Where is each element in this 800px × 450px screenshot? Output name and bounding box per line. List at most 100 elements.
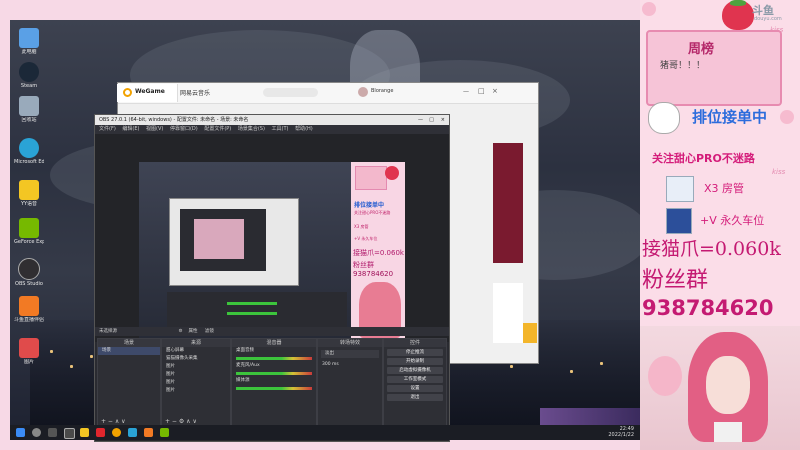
- search-icon[interactable]: [32, 428, 41, 437]
- play-button[interactable]: [523, 323, 537, 343]
- no-source-selected-label: 未选择源: [99, 329, 117, 334]
- close-icon[interactable]: ×: [441, 115, 445, 125]
- plane-icon: [666, 176, 694, 202]
- edge-taskbar-icon[interactable]: [128, 428, 137, 437]
- source-item[interactable]: 图片: [162, 387, 230, 395]
- source-dock-buttons[interactable]: + − ⚙ ∧ ∨: [165, 418, 197, 425]
- wegame-header: WeGame: [117, 84, 178, 102]
- desktop-icon-obs[interactable]: OBS Studio: [14, 258, 44, 287]
- audio-meter: [236, 372, 312, 375]
- weekly-board-title: 周榜: [688, 42, 715, 57]
- minimize-icon[interactable]: —: [463, 88, 469, 95]
- follow-text: 关注甜心PRO不迷路: [652, 152, 755, 165]
- obs-preview-area: 排位接单中 关注甜心PRO不迷路 X3 房管 +V 永久车位 接猫爪=0.060…: [95, 134, 449, 342]
- yy-taskbar-icon[interactable]: [80, 428, 89, 437]
- stream-overlay-panel: 斗鱼 douyu.com kiss 周榜 猪哥！！！ 排位接单中 关注甜心PRO…: [640, 0, 800, 450]
- desktop-icon-this-pc[interactable]: 此电脑: [14, 28, 44, 55]
- x3-label: X3 房管: [704, 182, 745, 195]
- audio-mixer-dock: 混音器 桌面音频 麦克风/Aux 媒体源: [231, 338, 317, 428]
- source-item[interactable]: 图片: [162, 363, 230, 371]
- close-icon[interactable]: ×: [492, 87, 498, 95]
- music-search-input[interactable]: [263, 88, 318, 97]
- preview-overlay-panel: 排位接单中 关注甜心PRO不迷路 X3 房管 +V 永久车位 接猫爪=0.060…: [351, 162, 405, 340]
- menu-file[interactable]: 文件(F): [95, 126, 116, 132]
- wegame-taskbar-icon[interactable]: [112, 428, 121, 437]
- menu-view[interactable]: 视图(V): [146, 126, 163, 132]
- desktop-icon-edge[interactable]: Microsoft Edge: [14, 138, 44, 165]
- menu-scene-collection[interactable]: 场景集合(S): [238, 126, 265, 132]
- douyu-url: douyu.com: [754, 16, 782, 22]
- obs-preview[interactable]: 排位接单中 关注甜心PRO不迷路 X3 房管 +V 永久车位 接猫爪=0.060…: [139, 162, 405, 340]
- wegame-icon: [123, 88, 132, 97]
- scene-item[interactable]: 场景: [98, 347, 160, 355]
- desktop-icon-recycle-bin[interactable]: 回收站: [14, 96, 44, 123]
- recycle-bin-icon: [19, 96, 39, 116]
- obs-menubar: 文件(F) 编辑(E) 视图(V) 停靠窗口(D) 配置文件(P) 场景集合(S…: [95, 125, 449, 134]
- controls-dock-title: 控件: [384, 339, 446, 347]
- playlist-panel: [493, 283, 523, 343]
- mixer-channel-label: 麦克风/Aux: [236, 363, 260, 368]
- menu-profile[interactable]: 配置文件(P): [204, 126, 231, 132]
- obs-taskbar-icon[interactable]: [64, 428, 75, 439]
- wegame-title: WeGame: [135, 88, 165, 95]
- start-recording-button[interactable]: 开始录制: [387, 358, 443, 365]
- scene-dock-buttons[interactable]: + − ∧ ∨: [101, 418, 126, 425]
- preview-fans-number: 938784620: [353, 270, 394, 278]
- source-item[interactable]: 甜心屏幕: [162, 347, 230, 355]
- obs-icon: [18, 258, 40, 280]
- desktop-icon-picture[interactable]: 图片: [14, 338, 44, 365]
- taskbar-date: 2022/1/22: [608, 432, 634, 438]
- menu-help[interactable]: 帮助(H): [295, 126, 313, 132]
- menu-docks[interactable]: 停靠窗口(D): [170, 126, 198, 132]
- kiss-decoration-2: kiss: [772, 168, 786, 176]
- menu-tools[interactable]: 工具(T): [272, 126, 289, 132]
- sources-dock-title: 来源: [162, 339, 230, 347]
- transitions-dock-title: 转场特效: [318, 339, 382, 347]
- task-view-icon[interactable]: [48, 428, 57, 437]
- obs-window[interactable]: OBS 27.0.1 (64-bit, windows) - 配置文件: 未命名…: [94, 114, 450, 442]
- desktop-icon-douyu[interactable]: 斗鱼直播伴侣: [14, 296, 44, 323]
- strawberry-leaf: [730, 0, 746, 6]
- source-item[interactable]: 图片: [162, 379, 230, 387]
- source-item[interactable]: 猫猫摄像头采集: [162, 355, 230, 363]
- preview-follow-text: 关注甜心PRO不迷路: [354, 210, 391, 215]
- douyu-taskbar-icon[interactable]: [144, 428, 153, 437]
- maximize-icon[interactable]: □: [429, 115, 434, 125]
- sources-dock: 来源 甜心屏幕 猫猫摄像头采集 图片 图片 图片 图片 + − ⚙ ∧ ∨: [161, 338, 231, 428]
- mixer-channel-label: 桌面音频: [236, 348, 254, 353]
- obs-titlebar: OBS 27.0.1 (64-bit, windows) - 配置文件: 未命名…: [95, 115, 449, 125]
- controls-dock: 控件 停止推流 开始录制 启动虚拟摄像机 工作室模式 设置 退出: [383, 338, 447, 428]
- maximize-icon[interactable]: □: [478, 87, 485, 95]
- taskbar-clock[interactable]: 22:49 2022/1/22: [608, 426, 634, 438]
- preview-nested-preview: [194, 219, 244, 259]
- windows-start-icon[interactable]: [16, 428, 25, 437]
- studio-mode-button[interactable]: 工作室模式: [387, 376, 443, 383]
- stop-streaming-button[interactable]: 停止推流: [387, 349, 443, 356]
- properties-button[interactable]: 属性: [188, 329, 197, 334]
- preview-price: 接猫爪=0.060k: [353, 249, 404, 257]
- preview-board: [355, 166, 387, 190]
- settings-button[interactable]: 设置: [387, 385, 443, 392]
- filters-button[interactable]: 滤镜: [205, 329, 214, 334]
- virtual-camera-button[interactable]: 启动虚拟摄像机: [387, 367, 443, 374]
- preview-nested-window: [169, 198, 299, 286]
- weekly-board-content: 猪哥！！！: [660, 61, 706, 71]
- menu-edit[interactable]: 编辑(E): [122, 126, 139, 132]
- audio-meter: [236, 357, 312, 360]
- transition-duration[interactable]: 300 ms: [318, 361, 382, 369]
- transition-select[interactable]: 淡出: [321, 350, 379, 358]
- exit-button[interactable]: 退出: [387, 394, 443, 401]
- geforce-taskbar-icon[interactable]: [160, 428, 169, 437]
- obs-source-toolbar: 未选择源 ⚙ 属性 滤镜: [95, 327, 449, 336]
- cup-decoration: [648, 356, 682, 396]
- desktop-icon-geforce[interactable]: GeForce Experience: [14, 218, 44, 245]
- douyu-icon: [19, 296, 39, 316]
- album-art: [493, 143, 523, 263]
- netease-music-taskbar-icon[interactable]: [96, 428, 105, 437]
- desktop-icon-yy[interactable]: YY语音: [14, 180, 44, 207]
- minimize-icon[interactable]: —: [418, 115, 423, 125]
- avatar[interactable]: [358, 87, 368, 97]
- properties-gear-icon[interactable]: ⚙: [178, 329, 182, 334]
- source-item[interactable]: 图片: [162, 371, 230, 379]
- desktop-icon-steam[interactable]: Steam: [14, 62, 44, 89]
